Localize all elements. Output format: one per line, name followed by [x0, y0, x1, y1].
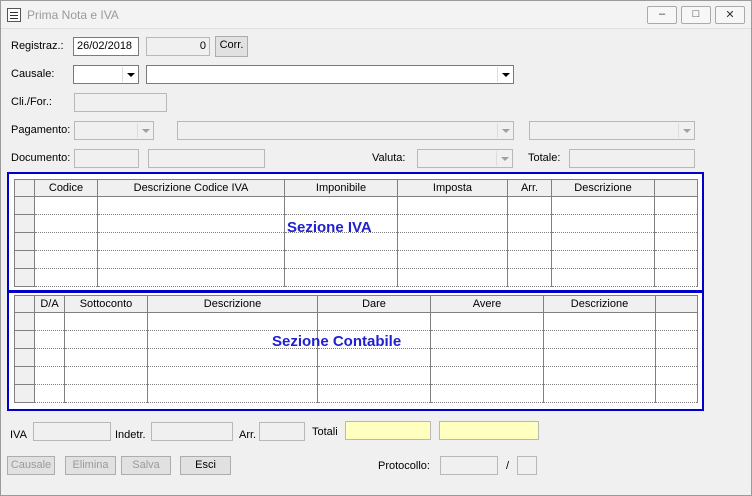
totale-label: Totale:	[528, 152, 561, 164]
iva-header-descrizione-codice[interactable]: Descrizione Codice IVA	[97, 179, 285, 197]
pagamento-code-combo[interactable]	[74, 121, 154, 140]
chevron-down-icon[interactable]	[497, 67, 512, 82]
totale-field[interactable]	[569, 149, 695, 168]
close-button[interactable]: ✕	[715, 6, 745, 24]
causale-button[interactable]: Causale	[7, 456, 55, 475]
sezione-iva-panel: Codice Descrizione Codice IVA Imponibile…	[7, 172, 704, 292]
protocollo-separator: /	[506, 460, 510, 472]
maximize-button[interactable]: □	[681, 6, 711, 24]
valuta-label: Valuta:	[372, 152, 406, 164]
causale-code-combo[interactable]	[73, 65, 139, 84]
iva-header-filler	[654, 179, 698, 197]
prima-nota-window: Prima Nota e IVA – □ ✕ Registraz.: 26/02…	[0, 0, 752, 496]
contabile-header-sottoconto[interactable]: Sottoconto	[64, 295, 148, 313]
pagamento-description-combo[interactable]	[177, 121, 514, 140]
iva-header-arr[interactable]: Arr.	[507, 179, 552, 197]
pagamento-extra-combo[interactable]	[529, 121, 695, 140]
iva-header-imposta[interactable]: Imposta	[397, 179, 508, 197]
iva-header-imponibile[interactable]: Imponibile	[284, 179, 398, 197]
contabile-header-corner	[14, 295, 35, 313]
contabile-header-filler	[655, 295, 698, 313]
valuta-combo[interactable]	[417, 149, 513, 168]
protocollo-suffix-field[interactable]	[517, 456, 537, 475]
contabile-header-avere[interactable]: Avere	[430, 295, 544, 313]
causale-label: Causale:	[11, 68, 55, 80]
salva-button[interactable]: Salva	[121, 456, 171, 475]
minimize-button[interactable]: –	[647, 6, 677, 24]
contabile-header-dare[interactable]: Dare	[317, 295, 431, 313]
chevron-down-icon[interactable]	[497, 123, 512, 138]
close-icon: ✕	[725, 9, 735, 21]
table-row[interactable]	[14, 384, 698, 403]
totali-dare-field[interactable]	[345, 421, 431, 440]
pagamento-label: Pagamento:	[11, 124, 71, 136]
indetr-label: Indetr.	[115, 429, 146, 441]
chevron-down-icon[interactable]	[678, 123, 693, 138]
table-row[interactable]	[14, 366, 698, 385]
iva-header-descrizione[interactable]: Descrizione	[551, 179, 655, 197]
title-bar: Prima Nota e IVA – □ ✕	[1, 1, 751, 29]
maximize-icon: □	[692, 8, 700, 20]
chevron-down-icon[interactable]	[496, 151, 511, 166]
arr-total-field[interactable]	[259, 422, 305, 441]
totali-label: Totali	[312, 426, 338, 438]
chevron-down-icon[interactable]	[137, 123, 152, 138]
table-row[interactable]	[14, 348, 698, 367]
arr-total-label: Arr.	[239, 429, 257, 441]
window-title: Prima Nota e IVA	[27, 8, 119, 22]
esci-button[interactable]: Esci	[180, 456, 231, 475]
registraz-number-field[interactable]: 0	[146, 37, 210, 56]
registraz-label: Registraz.:	[11, 40, 64, 52]
indetr-field[interactable]	[151, 422, 233, 441]
clifor-field[interactable]	[74, 93, 167, 112]
sezione-contabile-panel: D/A Sottoconto Descrizione Dare Avere De…	[7, 291, 704, 411]
sezione-iva-label: Sezione IVA	[287, 219, 372, 236]
documento-number-field[interactable]	[74, 149, 139, 168]
minimize-icon: –	[658, 8, 666, 20]
app-icon	[7, 8, 21, 22]
table-row[interactable]	[14, 268, 698, 287]
table-row[interactable]	[14, 196, 698, 215]
iva-total-label: IVA	[10, 429, 27, 441]
documento-label: Documento:	[11, 152, 71, 164]
iva-header-corner	[14, 179, 35, 197]
chevron-down-icon[interactable]	[122, 67, 137, 82]
iva-total-field[interactable]	[33, 422, 111, 441]
table-row[interactable]	[14, 250, 698, 269]
sezione-contabile-label: Sezione Contabile	[272, 333, 402, 350]
protocollo-number-field[interactable]	[440, 456, 498, 475]
iva-header-codice[interactable]: Codice	[34, 179, 98, 197]
contabile-header-da[interactable]: D/A	[34, 295, 65, 313]
contabile-header-descrizione[interactable]: Descrizione	[147, 295, 318, 313]
causale-description-combo[interactable]	[146, 65, 514, 84]
table-row[interactable]	[14, 312, 698, 331]
elimina-button[interactable]: Elimina	[65, 456, 116, 475]
clifor-label: Cli./For.:	[11, 96, 52, 108]
totali-avere-field[interactable]	[439, 421, 539, 440]
registraz-date-field[interactable]: 26/02/2018	[73, 37, 139, 56]
contabile-header-descrizione-2[interactable]: Descrizione	[543, 295, 656, 313]
documento-date-field[interactable]	[148, 149, 265, 168]
protocollo-label: Protocollo:	[378, 460, 430, 472]
corr-button[interactable]: Corr.	[215, 36, 248, 57]
